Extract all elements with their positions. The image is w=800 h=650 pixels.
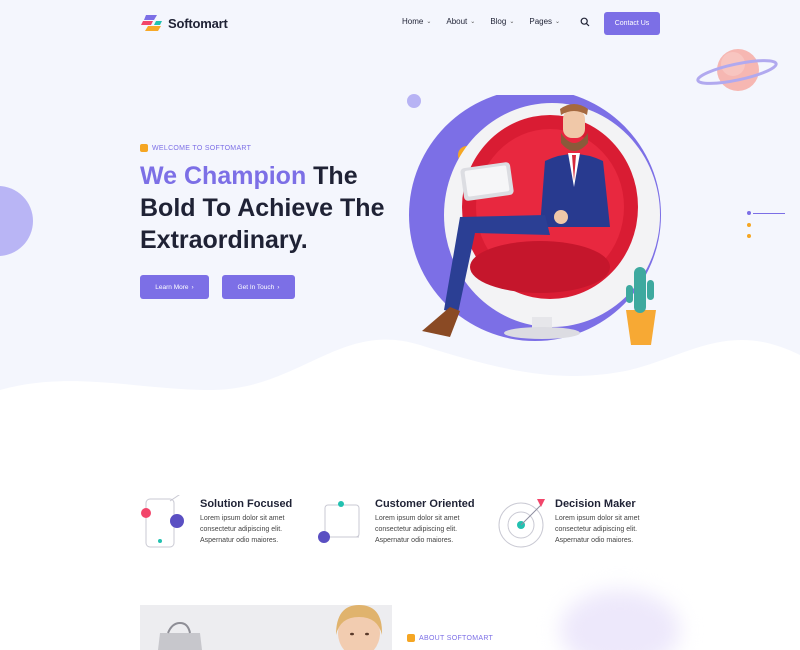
feature-text: Customer Oriented Lorem ipsum dolor sit … (375, 495, 475, 551)
feature-title: Solution Focused (200, 498, 293, 510)
headline-accent: We Champion (140, 162, 307, 190)
eyebrow-text: ABOUT SOFTOMART (419, 634, 494, 642)
button-label: Get In Touch (237, 283, 275, 291)
brand-name: Softomart (168, 15, 228, 31)
connected-nodes-icon (318, 501, 360, 543)
thumbs-up-icon (140, 144, 148, 152)
main-nav: Home ⌄ About ⌄ Blog ⌄ Pages ⌄ (402, 17, 560, 26)
nav-item-home[interactable]: Home ⌄ (402, 17, 431, 26)
nav-item-label: Blog (490, 17, 507, 26)
target-icon (498, 499, 545, 548)
feature-text: Solution Focused Lorem ipsum dolor sit a… (200, 495, 300, 551)
logo-icon (141, 15, 162, 31)
chevron-down-icon: ⌄ (470, 19, 476, 25)
hero-headline: We Champion The Bold To Achieve The Extr… (140, 160, 410, 256)
logo[interactable]: Softomart (140, 11, 228, 35)
button-label: Learn More (155, 283, 189, 291)
learn-more-button[interactable]: Learn More › (140, 275, 209, 299)
feature-solution-focused: Solution Focused Lorem ipsum dolor sit a… (140, 495, 300, 551)
nav-item-label: About (446, 17, 468, 26)
hero-eyebrow: WELCOME TO SOFTOMART (140, 144, 251, 152)
about-photo (140, 605, 392, 650)
mobile-chart-icon (141, 495, 184, 548)
headline-line3: Extraordinary. (140, 226, 308, 254)
chevron-down-icon: ⌄ (426, 19, 432, 25)
chevron-down-icon: ⌄ (509, 19, 515, 25)
hero-illustration (409, 95, 661, 345)
thumbs-up-icon (407, 634, 415, 642)
decorative-glow (560, 590, 680, 650)
slider-dot[interactable] (747, 223, 751, 227)
feature-text: Decision Maker Lorem ipsum dolor sit ame… (555, 495, 655, 551)
planet-icon (696, 49, 778, 91)
feature-customer-oriented: Customer Oriented Lorem ipsum dolor sit … (315, 495, 475, 551)
slider-dot[interactable] (747, 234, 751, 238)
get-in-touch-button[interactable]: Get In Touch › (222, 275, 295, 299)
nav-item-label: Home (402, 17, 424, 26)
feature-decision-maker: Decision Maker Lorem ipsum dolor sit ame… (495, 495, 655, 551)
slider-active-line[interactable] (753, 213, 785, 214)
slider-dot[interactable] (747, 211, 751, 215)
eyebrow-text: WELCOME TO SOFTOMART (152, 144, 252, 152)
nav-item-label: Pages (529, 17, 553, 26)
headline-line2: Bold To Achieve The (140, 194, 385, 222)
search-icon[interactable] (580, 17, 590, 27)
feature-title: Decision Maker (555, 498, 636, 510)
nav-item-about[interactable]: About ⌄ (446, 17, 475, 26)
nav-item-blog[interactable]: Blog ⌄ (490, 17, 514, 26)
contact-us-button[interactable]: Contact Us (604, 12, 660, 35)
feature-description: Lorem ipsum dolor sit amet consectetur a… (555, 515, 640, 544)
chevron-right-icon: › (277, 283, 280, 291)
headline-line1: The (306, 162, 358, 190)
feature-description: Lorem ipsum dolor sit amet consectetur a… (200, 515, 285, 544)
about-eyebrow: ABOUT SOFTOMART (407, 634, 493, 642)
feature-description: Lorem ipsum dolor sit amet consectetur a… (375, 515, 460, 544)
about-photo-image (140, 605, 392, 650)
chevron-right-icon: › (191, 283, 194, 291)
feature-title: Customer Oriented (375, 498, 475, 510)
chevron-down-icon: ⌄ (555, 19, 561, 25)
nav-item-pages[interactable]: Pages ⌄ (529, 17, 560, 26)
